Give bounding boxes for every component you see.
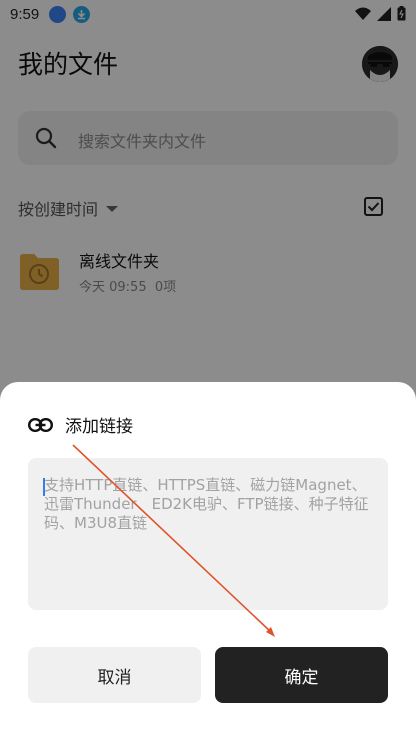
link-input[interactable]: 支持HTTP直链、HTTPS直链、磁力链Magnet、迅雷Thunder、ED2… [28,458,388,610]
link-input-placeholder: 支持HTTP直链、HTTPS直链、磁力链Magnet、迅雷Thunder、ED2… [44,476,369,532]
add-link-dialog: 添加链接 支持HTTP直链、HTTPS直链、磁力链Magnet、迅雷Thunde… [0,382,416,740]
confirm-button[interactable]: 确定 [215,647,388,703]
cancel-button[interactable]: 取消 [28,647,201,703]
dialog-header: 添加链接 [28,412,133,437]
dialog-title: 添加链接 [65,417,133,437]
link-icon [28,417,53,432]
